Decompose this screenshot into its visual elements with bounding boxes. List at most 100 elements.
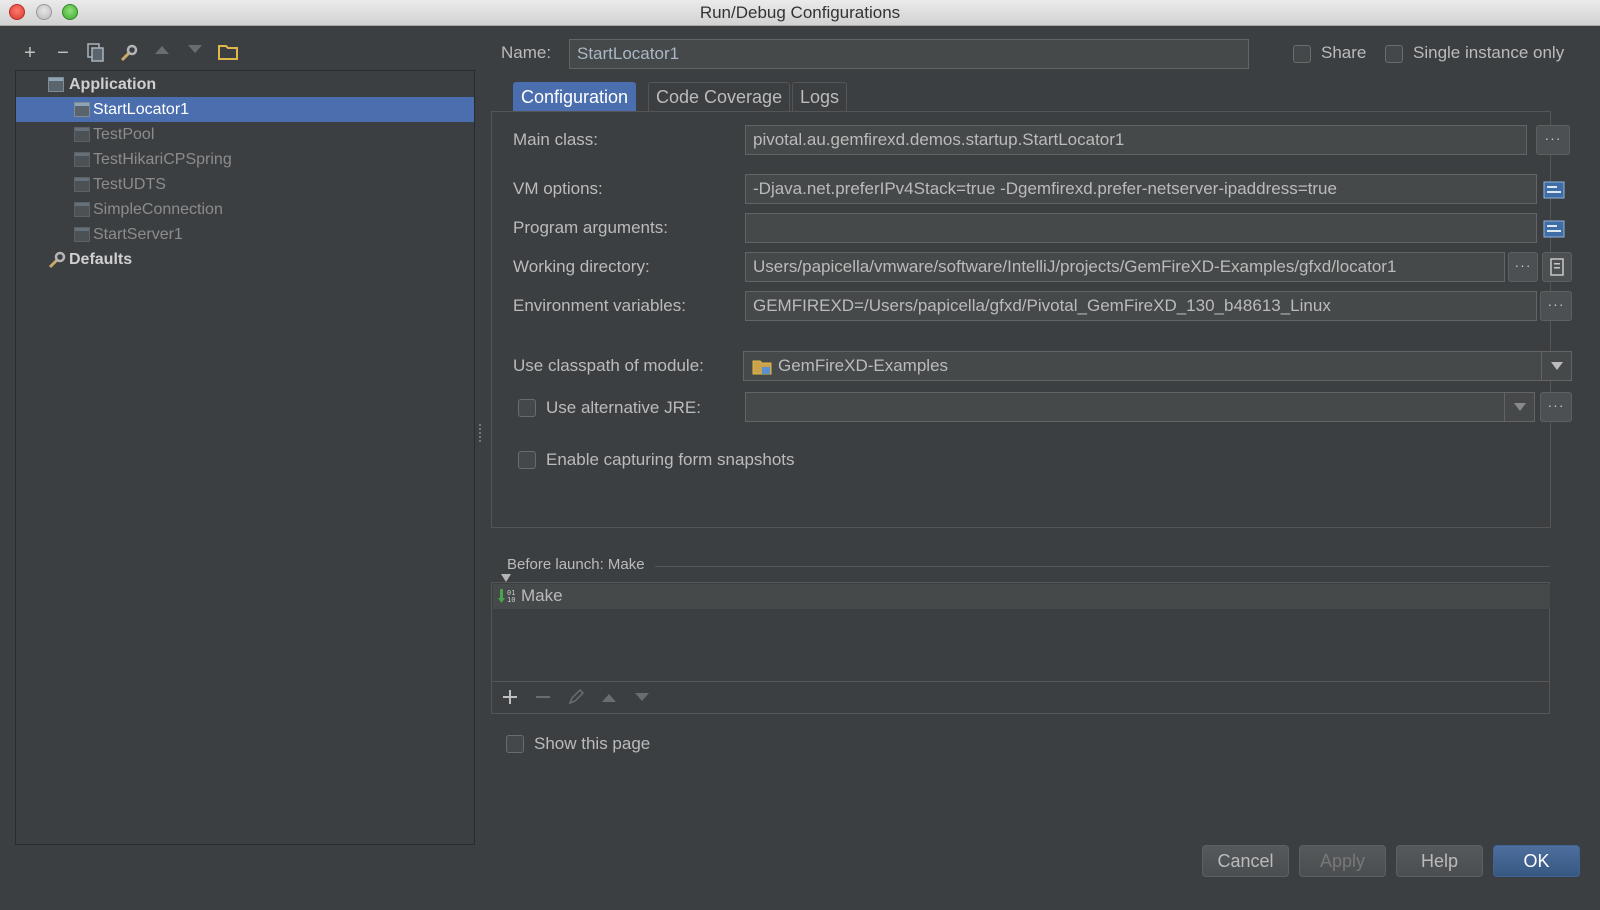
expand-program-args-button[interactable]	[1543, 220, 1565, 243]
wrench-icon	[48, 251, 66, 269]
tree-node-label: Defaults	[69, 251, 133, 268]
working-dir-browse-button[interactable]: ···	[1508, 252, 1538, 282]
show-page-label: Show this page	[534, 734, 651, 753]
module-folder-icon	[752, 360, 772, 375]
triangle-down-icon[interactable]	[634, 691, 650, 703]
tree-item-label: TestPool	[93, 126, 155, 143]
copy-configuration-button[interactable]	[85, 42, 107, 64]
tree-item-testpool[interactable]: TestPool	[16, 122, 474, 147]
add-configuration-button[interactable]: +	[19, 42, 41, 64]
tree-item-label: StartLocator1	[93, 101, 190, 118]
alternative-jre-dropdown-toggle[interactable]	[1504, 393, 1534, 421]
move-up-button[interactable]	[151, 42, 173, 64]
application-icon	[48, 77, 64, 92]
config-icon	[74, 227, 90, 242]
before-launch-list[interactable]: 01 10 Make	[491, 582, 1550, 714]
section-collapse-icon[interactable]	[501, 574, 511, 582]
help-button[interactable]: Help	[1396, 845, 1483, 877]
config-icon	[74, 152, 90, 167]
tree-item-startlocator1[interactable]: StartLocator1	[16, 97, 474, 122]
copy-icon	[87, 43, 104, 62]
env-vars-edit-button[interactable]: ···	[1540, 291, 1572, 321]
share-checkbox[interactable]	[1293, 45, 1311, 63]
minimize-window-button[interactable]	[36, 4, 52, 20]
main-class-label: Main class:	[513, 130, 599, 149]
ellipsis-icon: ···	[1514, 257, 1532, 273]
ok-button[interactable]: OK	[1493, 845, 1580, 877]
classpath-dropdown-toggle[interactable]	[1541, 352, 1571, 380]
launch-toolbar	[492, 682, 1549, 714]
edit-defaults-button[interactable]	[118, 42, 140, 64]
program-args-field[interactable]	[745, 213, 1537, 243]
share-label: Share	[1321, 43, 1367, 62]
make-icon: 0110	[498, 589, 515, 604]
tab-logs[interactable]: Logs	[792, 82, 848, 112]
alternative-jre-checkbox[interactable]	[518, 399, 536, 417]
single-instance-checkbox[interactable]	[1385, 45, 1403, 63]
tree-node-label: Application	[69, 76, 157, 93]
minus-icon[interactable]	[535, 689, 551, 705]
tab-code-coverage[interactable]: Code Coverage	[648, 82, 791, 112]
chevron-down-icon	[1514, 403, 1526, 411]
folder-button[interactable]	[217, 42, 239, 64]
list-item[interactable]: 01 10 Make	[493, 584, 1550, 609]
tree-item-testhikaricpspring[interactable]: TestHikariCPSpring	[16, 147, 474, 172]
vm-options-field[interactable]: -Djava.net.preferIPv4Stack=true -Dgemfir…	[745, 174, 1537, 204]
expand-text-icon	[1543, 181, 1565, 199]
triangle-down-icon	[188, 45, 202, 53]
ellipsis-icon: ···	[1544, 130, 1562, 146]
classpath-module-value: GemFireXD-Examples	[778, 356, 949, 375]
pencil-icon[interactable]	[568, 689, 584, 705]
config-icon	[74, 177, 90, 192]
classpath-module-select[interactable]: GemFireXD-Examples	[743, 351, 1572, 381]
close-window-button[interactable]	[9, 4, 25, 20]
tree-item-startserver1[interactable]: StartServer1	[16, 222, 474, 247]
enable-snapshots-checkbox[interactable]	[518, 451, 536, 469]
alternative-jre-browse-button[interactable]: ···	[1540, 392, 1572, 422]
remove-configuration-button[interactable]: −	[52, 42, 74, 64]
before-launch-title: Before launch: Make	[507, 556, 645, 573]
launch-item-label: Make	[521, 586, 563, 605]
cancel-button[interactable]: Cancel	[1202, 845, 1289, 877]
tree-item-testudts[interactable]: TestUDTS	[16, 172, 474, 197]
working-dir-field[interactable]: Users/papicella/vmware/software/IntelliJ…	[745, 252, 1505, 282]
tree-item-label: StartServer1	[93, 226, 183, 243]
tree-item-label: TestUDTS	[93, 176, 166, 193]
apply-button[interactable]: Apply	[1299, 845, 1386, 877]
triangle-up-icon[interactable]	[601, 691, 617, 703]
tree-item-simpleconnection[interactable]: SimpleConnection	[16, 197, 474, 222]
zoom-window-button[interactable]	[62, 4, 78, 20]
config-icon	[74, 127, 90, 142]
tab-configuration[interactable]: Configuration	[513, 82, 637, 112]
window-title-bar: Run/Debug Configurations	[0, 0, 1600, 26]
expand-text-icon	[1543, 220, 1565, 238]
plus-icon[interactable]	[502, 689, 518, 705]
working-dir-macro-button[interactable]	[1542, 252, 1572, 282]
configuration-tree[interactable]: Application StartLocator1 TestPool TestH…	[15, 70, 475, 845]
name-field[interactable]: StartLocator1	[569, 39, 1249, 69]
enable-snapshots-label: Enable capturing form snapshots	[546, 450, 795, 469]
ellipsis-icon: ···	[1547, 296, 1565, 312]
move-down-button[interactable]	[184, 42, 206, 64]
tree-node-defaults[interactable]: Defaults	[16, 247, 474, 272]
wrench-icon	[120, 44, 138, 62]
env-vars-label: Environment variables:	[513, 296, 686, 315]
tree-item-label: SimpleConnection	[93, 201, 223, 218]
splitter-handle[interactable]	[478, 422, 482, 444]
window-title: Run/Debug Configurations	[699, 3, 901, 22]
main-class-browse-button[interactable]: ···	[1536, 125, 1570, 155]
tree-item-label: TestHikariCPSpring	[93, 151, 232, 168]
chevron-down-icon	[1551, 362, 1563, 370]
config-icon	[74, 202, 90, 217]
tree-node-application[interactable]: Application	[16, 72, 474, 97]
alternative-jre-select[interactable]	[745, 392, 1535, 422]
folder-icon	[218, 45, 238, 60]
document-icon	[1550, 258, 1564, 276]
main-class-field[interactable]: pivotal.au.gemfirexd.demos.startup.Start…	[745, 125, 1527, 155]
program-args-label: Program arguments:	[513, 218, 668, 237]
minus-icon: −	[57, 42, 69, 64]
expand-vm-options-button[interactable]	[1543, 181, 1565, 204]
show-page-checkbox[interactable]	[506, 735, 524, 753]
env-vars-field[interactable]: GEMFIREXD=/Users/papicella/gfxd/Pivotal_…	[745, 291, 1537, 321]
section-divider	[655, 566, 1550, 567]
